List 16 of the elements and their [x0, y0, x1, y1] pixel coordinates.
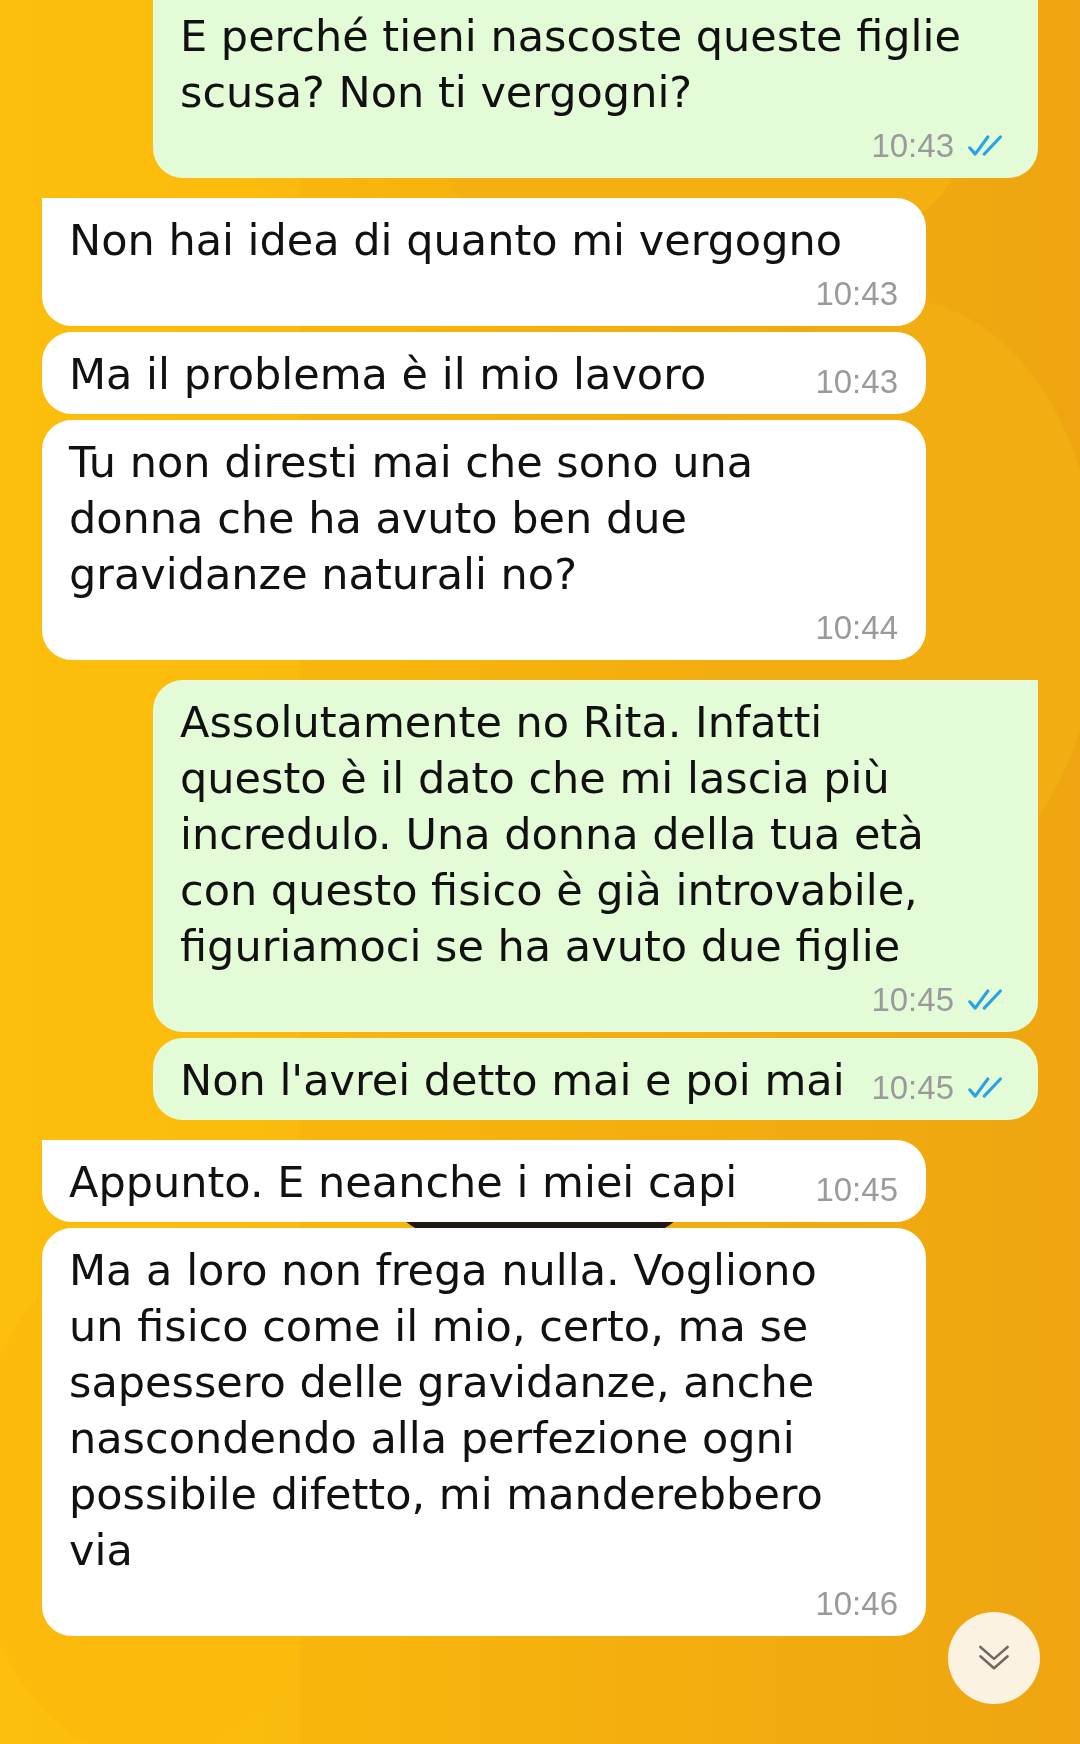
message-time: 10:43 — [871, 126, 954, 166]
message-text: Ma a loro non frega nulla. Vogliono un fisico come il mio, certo, ma se sapessero delle gravidanze, anche nascondendo alla perfezione ogni possibile difetto, mi manderebbero via — [69, 1244, 824, 1577]
message-time: 10:45 — [815, 1170, 898, 1210]
message-time: 10:45 — [871, 980, 954, 1020]
message-text: Non hai idea di quanto mi vergogno — [69, 214, 842, 267]
message-time: 10:46 — [815, 1584, 898, 1624]
message-text: E perché tieni nascoste queste figlie scusa? Non ti vergogni? — [180, 10, 962, 119]
message-text: Non l'avrei detto mai e poi mai — [180, 1054, 845, 1107]
message-time: 10:43 — [815, 274, 898, 314]
message-text: Appunto. E neanche i miei capi — [69, 1156, 738, 1209]
message-text: Assolutamente no Rita. Infatti questo è il dato che mi lascia più incredulo. Una donna della tua età con questo fisico è già introvabile, figuriamoci se ha avuto due figlie — [180, 696, 925, 973]
message-text: Ma il problema è il mio lavoro — [69, 348, 707, 401]
message-time: 10:44 — [815, 608, 898, 648]
message-time: 10:45 — [871, 1068, 954, 1108]
message-time: 10:43 — [815, 362, 898, 402]
message-text: Tu non diresti mai che sono una donna che ha avuto ben due gravidanze naturali no? — [69, 436, 755, 601]
